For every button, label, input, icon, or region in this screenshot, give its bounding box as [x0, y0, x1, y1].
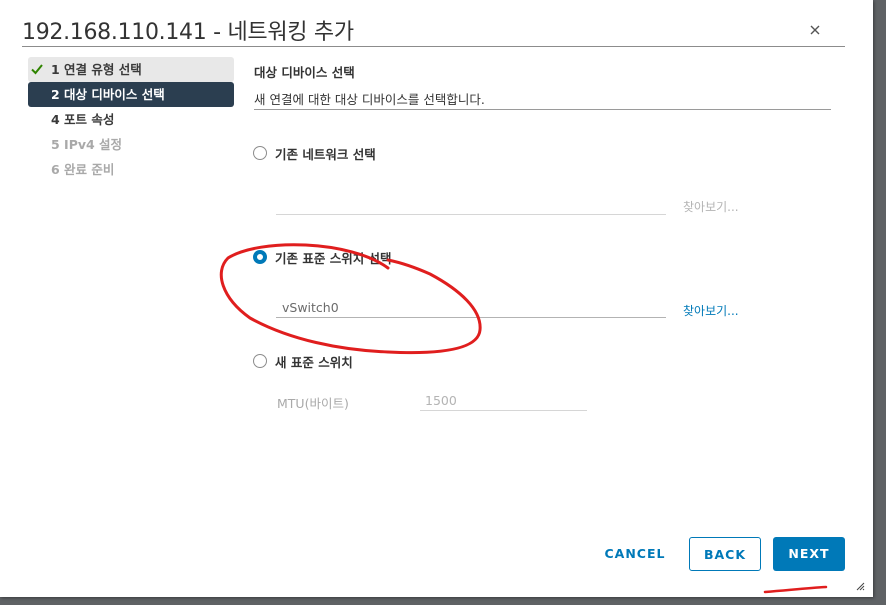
radio-new-switch[interactable]: 새 표준 스위치 — [253, 353, 353, 370]
radio-button[interactable] — [253, 354, 267, 368]
add-networking-dialog: 192.168.110.141 - 네트워킹 추가 1 연결 유형 선택 2 대… — [0, 0, 873, 597]
step-label: 4 포트 속성 — [51, 112, 115, 127]
step-label: 2 대상 디바이스 선택 — [51, 87, 165, 102]
mtu-label: MTU(바이트) — [277, 396, 349, 411]
radio-button[interactable] — [253, 250, 267, 264]
step-ready-to-complete: 6 완료 준비 — [28, 157, 234, 182]
step-ipv4-settings: 5 IPv4 설정 — [28, 132, 234, 157]
close-button[interactable] — [805, 20, 825, 40]
step-target-device[interactable]: 2 대상 디바이스 선택 — [28, 82, 234, 107]
browse-network-link: 찾아보기... — [683, 200, 739, 214]
radio-existing-switch[interactable]: 기존 표준 스위치 선택 — [253, 249, 392, 266]
existing-switch-field[interactable]: vSwitch0 — [276, 298, 666, 318]
existing-network-field — [276, 195, 666, 215]
radio-label: 기존 표준 스위치 선택 — [275, 250, 392, 266]
section-title: 대상 디바이스 선택 — [254, 65, 355, 80]
title-divider — [22, 46, 845, 47]
resize-handle-icon[interactable] — [855, 581, 865, 591]
wizard-steps: 1 연결 유형 선택 2 대상 디바이스 선택 4 포트 속성 5 IPv4 설… — [28, 57, 234, 182]
browse-switch-link[interactable]: 찾아보기... — [683, 302, 739, 319]
dialog-title: 192.168.110.141 - 네트워킹 추가 — [22, 20, 354, 45]
section-description: 새 연결에 대한 대상 디바이스를 선택합니다. — [254, 92, 485, 107]
radio-label: 기존 네트워크 선택 — [275, 146, 376, 162]
step-content-header: 대상 디바이스 선택 새 연결에 대한 대상 디바이스를 선택합니다. — [254, 62, 831, 108]
back-button[interactable]: BACK — [689, 537, 761, 571]
radio-button[interactable] — [253, 146, 267, 160]
step-label: 5 IPv4 설정 — [51, 137, 123, 152]
step-connection-type[interactable]: 1 연결 유형 선택 — [28, 57, 234, 82]
section-divider — [254, 109, 831, 110]
radio-label: 새 표준 스위치 — [275, 354, 353, 370]
step-label: 1 연결 유형 선택 — [51, 62, 142, 77]
check-icon — [31, 64, 43, 75]
cancel-button[interactable]: CANCEL — [598, 537, 672, 571]
step-port-properties[interactable]: 4 포트 속성 — [28, 107, 234, 132]
close-icon — [810, 25, 820, 35]
mtu-field: 1500 — [420, 391, 587, 411]
next-button[interactable]: NEXT — [773, 537, 845, 571]
step-label: 6 완료 준비 — [51, 162, 115, 177]
radio-existing-network[interactable]: 기존 네트워크 선택 — [253, 145, 376, 162]
